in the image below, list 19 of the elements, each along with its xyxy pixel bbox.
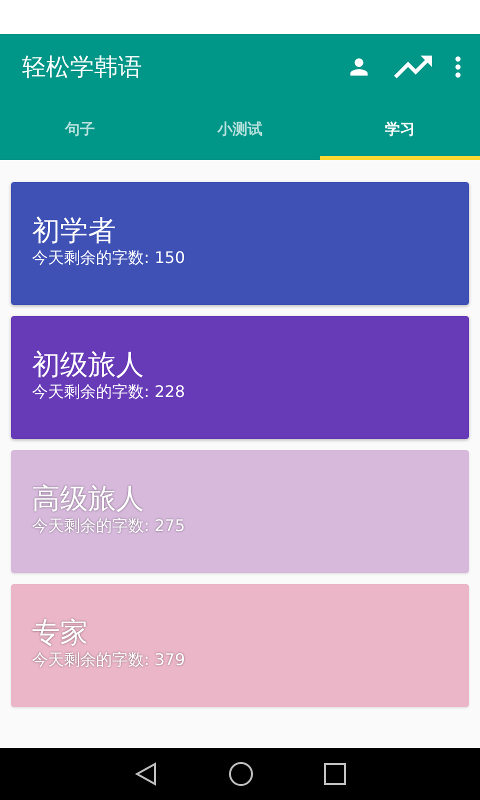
tab[interactable]: 学习: [320, 100, 480, 160]
trending-up-icon[interactable]: [394, 53, 432, 81]
level-card[interactable]: 初学者 今天剩余的字数: 150: [11, 182, 469, 305]
remaining-words: 今天剩余的字数: 379: [32, 650, 186, 671]
level-name: 专家: [32, 616, 89, 650]
app-title: 轻松学韩语: [22, 52, 143, 83]
level-card[interactable]: 初级旅人 今天剩余的字数: 228: [11, 316, 469, 439]
recents-icon[interactable]: [324, 763, 346, 785]
remaining-words: 今天剩余的字数: 228: [32, 382, 186, 403]
level-name: 初学者: [32, 214, 117, 248]
remaining-words: 今天剩余的字数: 150: [32, 248, 186, 269]
tab[interactable]: 句子: [0, 100, 160, 160]
level-name: 初级旅人: [32, 348, 145, 382]
back-icon[interactable]: [134, 762, 158, 786]
level-name: 高级旅人: [32, 482, 145, 516]
more-menu-icon[interactable]: [454, 55, 462, 79]
tab[interactable]: 小测试: [160, 100, 320, 160]
remaining-words: 今天剩余的字数: 275: [32, 516, 186, 537]
home-icon[interactable]: [228, 761, 254, 787]
